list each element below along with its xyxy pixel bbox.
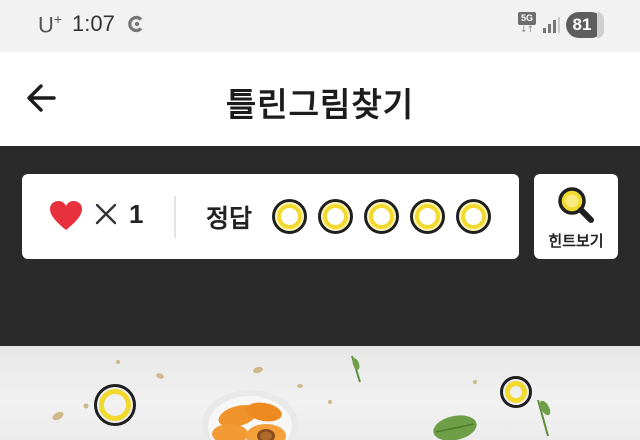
answer-slot-1 [272, 199, 307, 234]
lives-count: 1 [129, 199, 144, 229]
data-saver-icon [128, 15, 143, 33]
answer-slot-3 [364, 199, 399, 234]
page-title: 틀린그림찾기 [225, 85, 415, 124]
answer-slot-5 [456, 199, 491, 234]
answer-label: 정답 [206, 204, 253, 233]
network-5g-icon: 5G ↓↑ [518, 12, 536, 38]
answer-slot-4 [410, 199, 445, 234]
app-header: 틀린그림찾기 [0, 52, 640, 146]
multiply-icon [95, 203, 117, 225]
difference-marker-2[interactable] [500, 376, 532, 408]
heart-icon [50, 201, 82, 230]
divider [174, 196, 176, 238]
signal-strength-icon [543, 17, 560, 33]
hint-label: 힌트보기 [548, 232, 604, 250]
carrier-label: U+ [38, 11, 63, 38]
status-bar: U+ 1:07 5G ↓↑ 81 [0, 0, 640, 52]
food-scene [52, 355, 551, 440]
hint-button[interactable]: 힌트보기 [534, 174, 618, 259]
puzzle-image[interactable] [0, 346, 640, 440]
difference-marker-1[interactable] [94, 384, 136, 426]
magnifier-icon [558, 187, 594, 223]
battery-indicator: 81 [566, 12, 604, 38]
score-card: 1 정답 [22, 174, 519, 259]
status-time: 1:07 [72, 11, 115, 36]
game-panel: 1 정답 힌트보기 [0, 146, 640, 346]
answer-slot-2 [318, 199, 353, 234]
